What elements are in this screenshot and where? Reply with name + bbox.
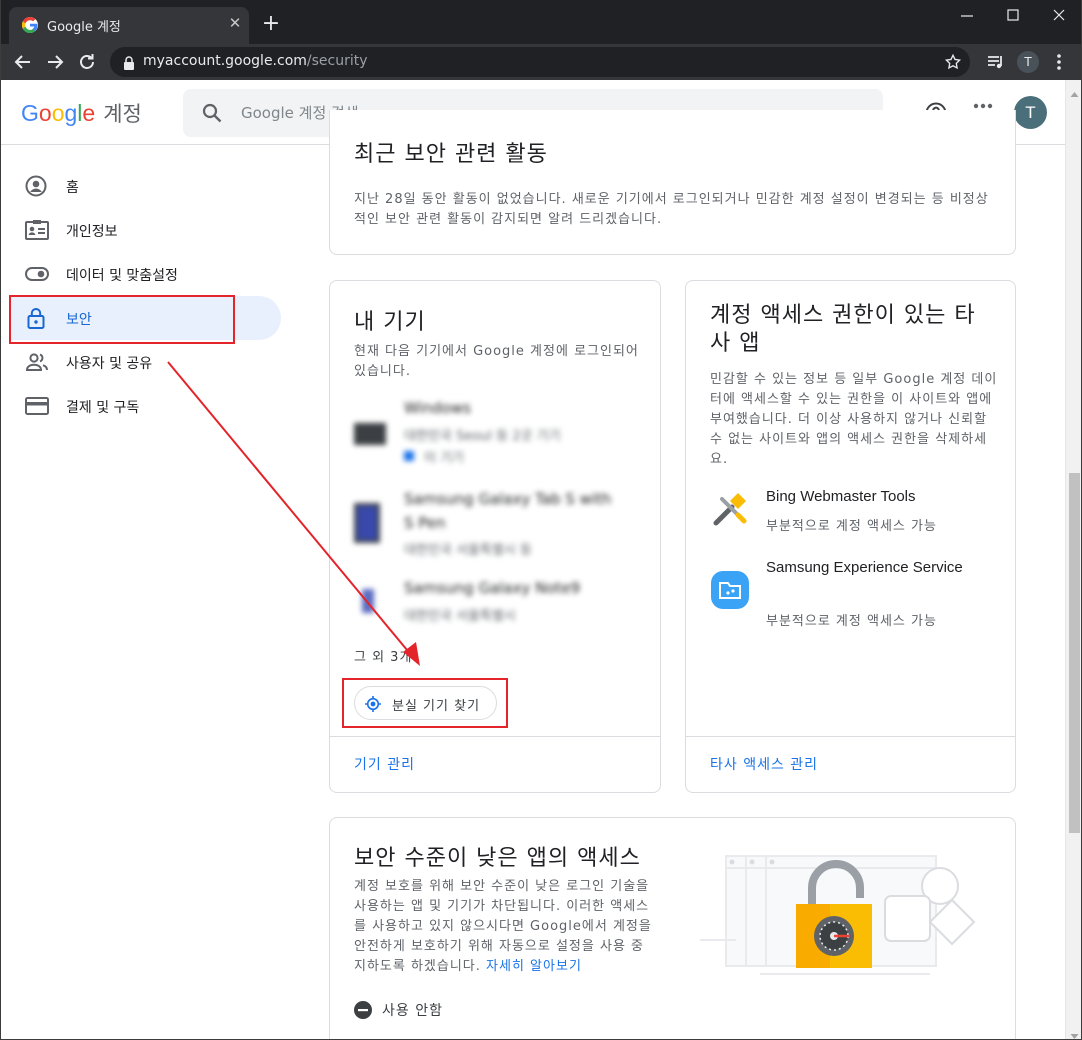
people-icon bbox=[25, 351, 48, 373]
logo-letter: G bbox=[21, 100, 39, 126]
minimize-icon[interactable] bbox=[955, 6, 979, 26]
device-location: 대한민국 서울특별시 등 bbox=[404, 543, 532, 558]
maximize-icon[interactable] bbox=[1001, 6, 1025, 26]
sidebar-item-people-sharing[interactable]: 사용자 및 공유 bbox=[11, 340, 281, 384]
device-item[interactable]: Samsung Galaxy Note9 대한민국 서울특별시 bbox=[354, 579, 634, 629]
app-access-status: 부분적으로 계정 액세스 가능 bbox=[766, 614, 937, 629]
account-avatar[interactable]: T bbox=[1014, 96, 1047, 129]
logo-suffix: 계정 bbox=[103, 102, 142, 126]
device-name: Samsung Galaxy Note9 bbox=[404, 579, 581, 597]
id-card-icon bbox=[25, 219, 49, 241]
devices-card-footer: 기기 관리 bbox=[330, 736, 660, 792]
tab-close-icon[interactable]: ✕ bbox=[227, 15, 243, 31]
sidebar-item-label: 사용자 및 공유 bbox=[66, 356, 153, 372]
url-path: /security bbox=[306, 53, 368, 69]
reload-icon[interactable] bbox=[75, 50, 99, 74]
device-location: 대한민국 Seoul 등 2곳 기기 bbox=[404, 429, 561, 444]
current-device-marker-icon bbox=[404, 451, 414, 461]
address-bar[interactable]: myaccount.google.com/security bbox=[110, 47, 970, 77]
browser-profile-avatar[interactable]: T bbox=[1017, 51, 1039, 73]
less-secure-description: 계정 보호를 위해 보안 수준이 낮은 로그인 기술을 사용하는 앱 및 기기가… bbox=[354, 877, 652, 977]
less-secure-status-label: 사용 안함 bbox=[382, 1003, 443, 1019]
more-devices-count: 그 외 3개 bbox=[354, 650, 413, 665]
google-favicon-icon bbox=[22, 17, 38, 33]
bookmark-star-icon[interactable] bbox=[944, 53, 962, 71]
recent-activity-title: 최근 보안 관련 활동 bbox=[354, 142, 548, 167]
manage-devices-link[interactable]: 기기 관리 bbox=[354, 754, 415, 774]
sidebar-item-payments[interactable]: 결제 및 구독 bbox=[11, 384, 281, 428]
logo-letter: o bbox=[51, 100, 65, 126]
media-playlist-icon[interactable] bbox=[985, 51, 1007, 73]
third-party-app-item[interactable]: Bing Webmaster Tools 부분적으로 계정 액세스 가능 bbox=[710, 485, 1000, 535]
browser-tabstrip: Google 계정 ✕ + bbox=[0, 0, 1082, 44]
app-access-status: 부분적으로 계정 액세스 가능 bbox=[766, 519, 937, 534]
tab-title: Google 계정 bbox=[47, 20, 121, 35]
secure-lock-icon[interactable] bbox=[122, 55, 136, 70]
app-name: Bing Webmaster Tools bbox=[766, 488, 916, 505]
browser-toolbar: myaccount.google.com/security bbox=[0, 44, 1082, 80]
new-tab-button[interactable]: + bbox=[259, 12, 283, 36]
device-location: 대한민국 서울특별시 bbox=[404, 609, 516, 624]
learn-more-link[interactable]: 자세히 알아보기 bbox=[486, 959, 582, 974]
forward-arrow-icon[interactable] bbox=[43, 50, 67, 74]
laptop-icon bbox=[354, 423, 386, 445]
search-icon[interactable] bbox=[201, 102, 223, 124]
toggle-icon bbox=[25, 263, 49, 285]
padlock-illustration bbox=[690, 848, 990, 978]
disabled-minus-icon bbox=[354, 1001, 372, 1019]
annotation-box-find-device bbox=[342, 678, 508, 728]
tablet-icon bbox=[354, 503, 380, 543]
scroll-down-icon[interactable] bbox=[1070, 1026, 1079, 1039]
third-party-description: 민감할 수 있는 정보 등 일부 Google 계정 데이터에 액세스할 수 있… bbox=[710, 372, 998, 467]
sidebar-nav: 홈 개인정보 데이터 및 맞춤설정 보안 사용자 및 공유 결제 및 구독 bbox=[1, 146, 301, 1040]
close-window-icon[interactable] bbox=[1047, 6, 1071, 26]
page-scrollbar[interactable] bbox=[1065, 80, 1082, 1040]
third-party-card-footer: 타사 액세스 관리 bbox=[686, 736, 1015, 792]
scrollbar-thumb[interactable] bbox=[1069, 473, 1080, 833]
samsung-folder-icon bbox=[710, 570, 750, 610]
phone-icon bbox=[362, 589, 374, 613]
google-account-logo[interactable]: Google 계정 bbox=[21, 98, 142, 128]
sidebar-item-label: 데이터 및 맞춤설정 bbox=[66, 268, 178, 284]
manage-third-party-access-link[interactable]: 타사 액세스 관리 bbox=[710, 754, 818, 774]
device-name: Windows bbox=[404, 399, 471, 417]
third-party-app-item[interactable]: Samsung Experience Service 부분적으로 계정 액세스 … bbox=[710, 556, 1000, 629]
url-host: myaccount.google.com bbox=[143, 53, 307, 69]
scroll-up-icon[interactable] bbox=[1070, 84, 1079, 97]
devices-description: 현재 다음 기기에서 Google 계정에 로그인되어 있습니다. bbox=[354, 344, 639, 379]
sidebar-item-home[interactable]: 홈 bbox=[11, 164, 281, 208]
device-name: Samsung Galaxy Tab S with S Pen bbox=[404, 490, 612, 532]
sidebar-item-label: 홈 bbox=[66, 180, 79, 196]
device-item[interactable]: Windows 대한민국 Seoul 등 2곳 기기 이 기기 bbox=[354, 399, 634, 469]
device-status: 이 기기 bbox=[424, 451, 465, 466]
sidebar-item-label: 결제 및 구독 bbox=[66, 400, 140, 416]
annotation-box-security bbox=[9, 295, 235, 344]
logo-letter: g bbox=[64, 100, 78, 126]
recent-activity-description: 지난 28일 동안 활동이 없었습니다. 새로운 기기에서 로그인되거나 민감한… bbox=[354, 192, 989, 227]
credit-card-icon bbox=[25, 395, 49, 417]
third-party-title: 계정 액세스 권한이 있는 타사 앱 bbox=[710, 303, 976, 356]
browser-menu-icon[interactable] bbox=[1048, 51, 1070, 73]
sidebar-item-personal-info[interactable]: 개인정보 bbox=[11, 208, 281, 252]
sidebar-item-data-personalization[interactable]: 데이터 및 맞춤설정 bbox=[11, 252, 281, 296]
recent-activity-card: 최근 보안 관련 활동 지난 28일 동안 활동이 없었습니다. 새로운 기기에… bbox=[329, 110, 1016, 255]
sidebar-item-label: 개인정보 bbox=[66, 224, 118, 240]
less-secure-title: 보안 수준이 낮은 앱의 액세스 bbox=[354, 846, 641, 871]
tools-icon bbox=[710, 489, 750, 529]
home-icon bbox=[25, 175, 47, 197]
third-party-apps-card: 계정 액세스 권한이 있는 타사 앱 민감할 수 있는 정보 등 일부 Goog… bbox=[685, 280, 1016, 793]
less-secure-apps-card: 보안 수준이 낮은 앱의 액세스 계정 보호를 위해 보안 수준이 낮은 로그인… bbox=[329, 817, 1016, 1040]
device-item[interactable]: Samsung Galaxy Tab S with S Pen 대한민국 서울특… bbox=[354, 487, 634, 558]
browser-tab[interactable]: Google 계정 ✕ bbox=[9, 7, 249, 44]
logo-letter: o bbox=[38, 100, 52, 126]
url-text[interactable]: myaccount.google.com/security bbox=[143, 53, 368, 69]
logo-letter: e bbox=[82, 100, 96, 126]
devices-title: 내 기기 bbox=[354, 310, 426, 335]
back-arrow-icon[interactable] bbox=[11, 50, 35, 74]
app-name: Samsung Experience Service bbox=[766, 559, 963, 576]
